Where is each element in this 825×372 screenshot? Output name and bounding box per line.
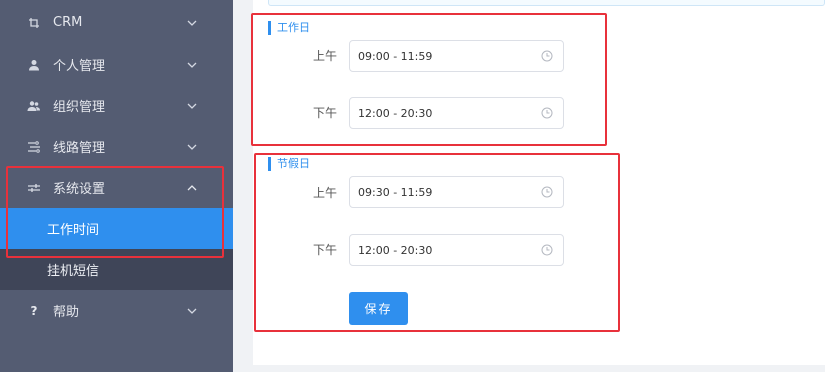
chevron-down-icon bbox=[186, 305, 198, 317]
workday-morning-time-input[interactable]: 09:00 - 11:59 bbox=[349, 40, 564, 72]
save-button[interactable]: 保存 bbox=[349, 292, 408, 325]
clock-icon bbox=[541, 50, 553, 62]
workday-section-title: 工作日 bbox=[268, 21, 310, 35]
settings-sliders-icon bbox=[26, 180, 42, 196]
sidebar-subitem-work-hours[interactable]: 工作时间 bbox=[0, 208, 233, 249]
sidebar-item-label: CRM bbox=[53, 15, 83, 30]
chevron-down-icon bbox=[186, 17, 198, 29]
group-icon bbox=[26, 98, 42, 114]
workday-afternoon-time-input[interactable]: 12:00 - 20:30 bbox=[349, 97, 564, 129]
top-notice-strip bbox=[268, 0, 825, 6]
sidebar-subitem-label: 工作时间 bbox=[47, 223, 100, 238]
sidebar-item-personal[interactable]: 个人管理 bbox=[0, 44, 233, 85]
sidebar-item-routes[interactable]: 线路管理 bbox=[0, 126, 233, 167]
holiday-morning-label: 上午 bbox=[313, 186, 338, 200]
workday-morning-label: 上午 bbox=[313, 49, 338, 63]
sidebar-item-system-settings[interactable]: 系统设置 bbox=[0, 167, 233, 208]
time-range-value: 12:00 - 20:30 bbox=[358, 243, 433, 257]
clock-icon bbox=[541, 186, 553, 198]
holiday-afternoon-label: 下午 bbox=[313, 243, 338, 257]
chevron-up-icon bbox=[186, 182, 198, 194]
crop-icon bbox=[26, 15, 42, 31]
chevron-down-icon bbox=[186, 100, 198, 112]
sidebar-item-label: 组织管理 bbox=[53, 100, 106, 115]
question-icon: ? bbox=[30, 303, 38, 318]
chevron-down-icon bbox=[186, 141, 198, 153]
user-icon bbox=[26, 57, 42, 73]
time-range-value: 09:30 - 11:59 bbox=[358, 185, 433, 199]
sidebar-item-label: 个人管理 bbox=[53, 59, 106, 74]
sidebar-item-organization[interactable]: 组织管理 bbox=[0, 85, 233, 126]
sidebar-subitem-hangup-sms[interactable]: 挂机短信 bbox=[0, 249, 233, 290]
route-icon bbox=[26, 139, 42, 155]
workday-afternoon-label: 下午 bbox=[313, 106, 338, 120]
holiday-section-title: 节假日 bbox=[268, 157, 310, 171]
clock-icon bbox=[541, 107, 553, 119]
sidebar-item-crm[interactable]: CRM bbox=[0, 2, 233, 43]
sidebar: CRM 个人管理 组织管理 线路管理 系统设置 工作时间 挂机短信 ? 帮助 bbox=[0, 0, 233, 372]
sidebar-item-help[interactable]: ? 帮助 bbox=[0, 290, 233, 331]
sidebar-item-label: 线路管理 bbox=[53, 141, 106, 156]
time-range-value: 09:00 - 11:59 bbox=[358, 49, 433, 63]
sidebar-item-label: 系统设置 bbox=[53, 182, 106, 197]
chevron-down-icon bbox=[186, 59, 198, 71]
sidebar-subitem-label: 挂机短信 bbox=[47, 264, 100, 279]
holiday-afternoon-time-input[interactable]: 12:00 - 20:30 bbox=[349, 234, 564, 266]
sidebar-item-label: 帮助 bbox=[53, 305, 80, 320]
clock-icon bbox=[541, 244, 553, 256]
holiday-morning-time-input[interactable]: 09:30 - 11:59 bbox=[349, 176, 564, 208]
time-range-value: 12:00 - 20:30 bbox=[358, 106, 433, 120]
